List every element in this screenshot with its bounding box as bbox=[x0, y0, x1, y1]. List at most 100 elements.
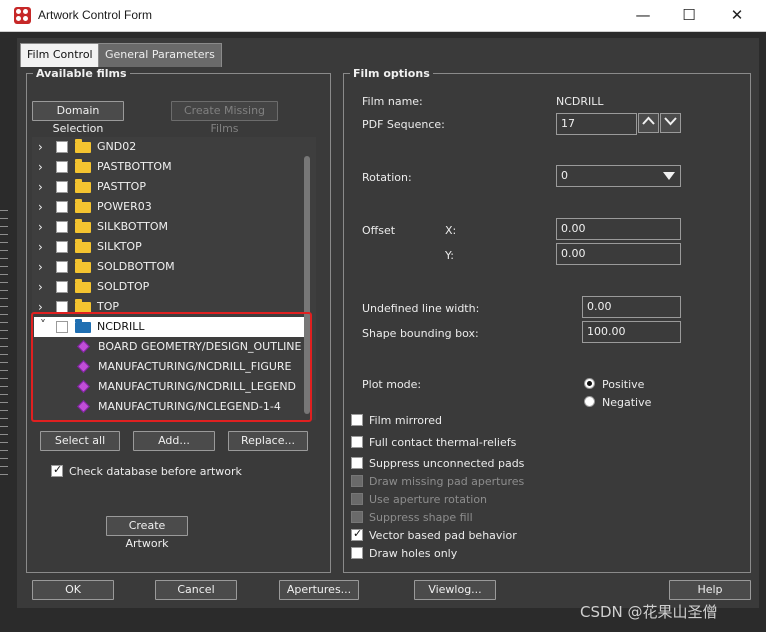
film-checkbox[interactable] bbox=[56, 161, 68, 173]
chevron-right-icon[interactable]: › bbox=[38, 217, 48, 237]
tree-label: SOLDBOTTOM bbox=[97, 260, 175, 273]
pdf-sequence-field[interactable]: 17 bbox=[556, 113, 637, 135]
tree-row-power03[interactable]: › POWER03 bbox=[32, 197, 302, 217]
film-checkbox[interactable] bbox=[56, 241, 68, 253]
chevron-right-icon[interactable]: › bbox=[38, 257, 48, 277]
decrement-button[interactable] bbox=[660, 113, 681, 133]
suppress-shape-fill-label: Suppress shape fill bbox=[369, 511, 473, 524]
viewlog-button[interactable]: Viewlog... bbox=[414, 580, 496, 600]
cancel-button[interactable]: Cancel bbox=[155, 580, 237, 600]
plot-mode-label: Plot mode: bbox=[362, 378, 422, 391]
tree-row-pastbottom[interactable]: › PASTBOTTOM bbox=[32, 157, 302, 177]
minimize-button[interactable]: — bbox=[620, 0, 666, 32]
folder-icon bbox=[75, 239, 91, 253]
tab-film-control[interactable]: Film Control bbox=[20, 43, 100, 67]
full-contact-thermal-reliefs-checkbox[interactable] bbox=[351, 436, 363, 448]
rotation-label: Rotation: bbox=[362, 171, 412, 184]
film-name-value: NCDRILL bbox=[556, 95, 604, 108]
folder-icon bbox=[75, 179, 91, 193]
chevron-right-icon[interactable]: › bbox=[38, 197, 48, 217]
chevron-right-icon[interactable]: › bbox=[38, 277, 48, 297]
film-checkbox[interactable] bbox=[56, 141, 68, 153]
apertures-button[interactable]: Apertures... bbox=[279, 580, 359, 600]
film-mirrored-checkbox[interactable] bbox=[351, 414, 363, 426]
pdf-sequence-label: PDF Sequence: bbox=[362, 118, 445, 131]
use-aperture-rotation-checkbox bbox=[351, 493, 363, 505]
shape-bounding-box-field[interactable]: 100.00 bbox=[582, 321, 681, 343]
vector-based-pad-behavior-label: Vector based pad behavior bbox=[369, 529, 517, 542]
folder-icon bbox=[75, 219, 91, 233]
tree-row-pasttop[interactable]: › PASTTOP bbox=[32, 177, 302, 197]
tree-row-soldbottom[interactable]: › SOLDBOTTOM bbox=[32, 257, 302, 277]
folder-icon bbox=[75, 139, 91, 153]
offset-y-field[interactable]: 0.00 bbox=[556, 243, 681, 265]
app-icon bbox=[14, 7, 31, 24]
offset-x-field[interactable]: 0.00 bbox=[556, 218, 681, 240]
tree-label: GND02 bbox=[97, 140, 137, 153]
ok-button[interactable]: OK bbox=[32, 580, 114, 600]
folder-icon bbox=[75, 159, 91, 173]
negative-radio[interactable] bbox=[584, 396, 595, 407]
available-films-heading: Available films bbox=[33, 67, 130, 80]
rotation-select[interactable]: 0 bbox=[556, 165, 681, 187]
folder-icon bbox=[75, 199, 91, 213]
increment-button[interactable] bbox=[638, 113, 659, 133]
close-button[interactable]: ✕ bbox=[714, 0, 760, 32]
tab-general-parameters[interactable]: General Parameters bbox=[98, 43, 222, 67]
film-checkbox[interactable] bbox=[56, 181, 68, 193]
draw-holes-only-checkbox[interactable] bbox=[351, 547, 363, 559]
chevron-right-icon[interactable]: › bbox=[38, 157, 48, 177]
check-database-label: Check database before artwork bbox=[69, 465, 242, 478]
add-button[interactable]: Add... bbox=[133, 431, 215, 451]
chevron-right-icon[interactable]: › bbox=[38, 237, 48, 257]
shape-bounding-box-label: Shape bounding box: bbox=[362, 327, 479, 340]
draw-holes-only-label: Draw holes only bbox=[369, 547, 458, 560]
dropdown-arrow-icon bbox=[663, 172, 675, 180]
help-button[interactable]: Help bbox=[669, 580, 751, 600]
film-checkbox[interactable] bbox=[56, 221, 68, 233]
film-checkbox[interactable] bbox=[56, 261, 68, 273]
chevron-right-icon[interactable]: › bbox=[38, 177, 48, 197]
film-name-label: Film name: bbox=[362, 95, 423, 108]
watermark: CSDN @花果山圣僧 bbox=[580, 603, 718, 621]
film-checkbox[interactable] bbox=[56, 201, 68, 213]
use-aperture-rotation-label: Use aperture rotation bbox=[369, 493, 488, 506]
domain-selection-button[interactable]: Domain Selection bbox=[32, 101, 124, 135]
tree-row-silkbottom[interactable]: › SILKBOTTOM bbox=[32, 217, 302, 237]
create-missing-films-button: Create Missing Films bbox=[171, 101, 278, 135]
tree-label: PASTBOTTOM bbox=[97, 160, 172, 173]
offset-label: Offset bbox=[362, 224, 396, 237]
maximize-button[interactable]: ☐ bbox=[666, 0, 712, 32]
annotation-highlight-box bbox=[31, 312, 312, 422]
chevron-down-icon bbox=[664, 117, 677, 126]
check-database-checkbox[interactable]: ✓ bbox=[51, 463, 63, 477]
undefined-line-width-field[interactable]: 0.00 bbox=[582, 296, 681, 318]
chevron-up-icon bbox=[642, 116, 655, 125]
tree-row-silktop[interactable]: › SILKTOP bbox=[32, 237, 302, 257]
film-checkbox[interactable] bbox=[56, 281, 68, 293]
draw-missing-pad-apertures-checkbox bbox=[351, 475, 363, 487]
vector-based-pad-behavior-checkbox[interactable]: ✓ bbox=[351, 527, 363, 541]
select-all-button[interactable]: Select all bbox=[40, 431, 120, 451]
chevron-right-icon[interactable]: › bbox=[38, 137, 48, 157]
full-contact-thermal-reliefs-label: Full contact thermal-reliefs bbox=[369, 436, 517, 449]
tree-label: PASTTOP bbox=[97, 180, 146, 193]
title-bar: Artwork Control Form — ☐ ✕ bbox=[0, 0, 766, 32]
positive-label: Positive bbox=[602, 378, 645, 391]
suppress-unconnected-pads-checkbox[interactable] bbox=[351, 457, 363, 469]
rotation-value: 0 bbox=[561, 169, 568, 182]
suppress-shape-fill-checkbox bbox=[351, 511, 363, 523]
offset-x-label: X: bbox=[445, 224, 457, 237]
suppress-unconnected-pads-label: Suppress unconnected pads bbox=[369, 457, 525, 470]
tree-row-soldtop[interactable]: › SOLDTOP bbox=[32, 277, 302, 297]
background-window-edge bbox=[0, 210, 8, 480]
offset-y-label: Y: bbox=[445, 249, 454, 262]
replace-button[interactable]: Replace... bbox=[228, 431, 308, 451]
create-artwork-button[interactable]: Create Artwork bbox=[106, 516, 188, 550]
negative-label: Negative bbox=[602, 396, 652, 409]
folder-icon bbox=[75, 279, 91, 293]
film-options-heading: Film options bbox=[350, 67, 433, 80]
tree-label: SOLDTOP bbox=[97, 280, 150, 293]
tree-row-gnd02[interactable]: › GND02 bbox=[32, 137, 302, 157]
positive-radio[interactable] bbox=[584, 378, 595, 389]
